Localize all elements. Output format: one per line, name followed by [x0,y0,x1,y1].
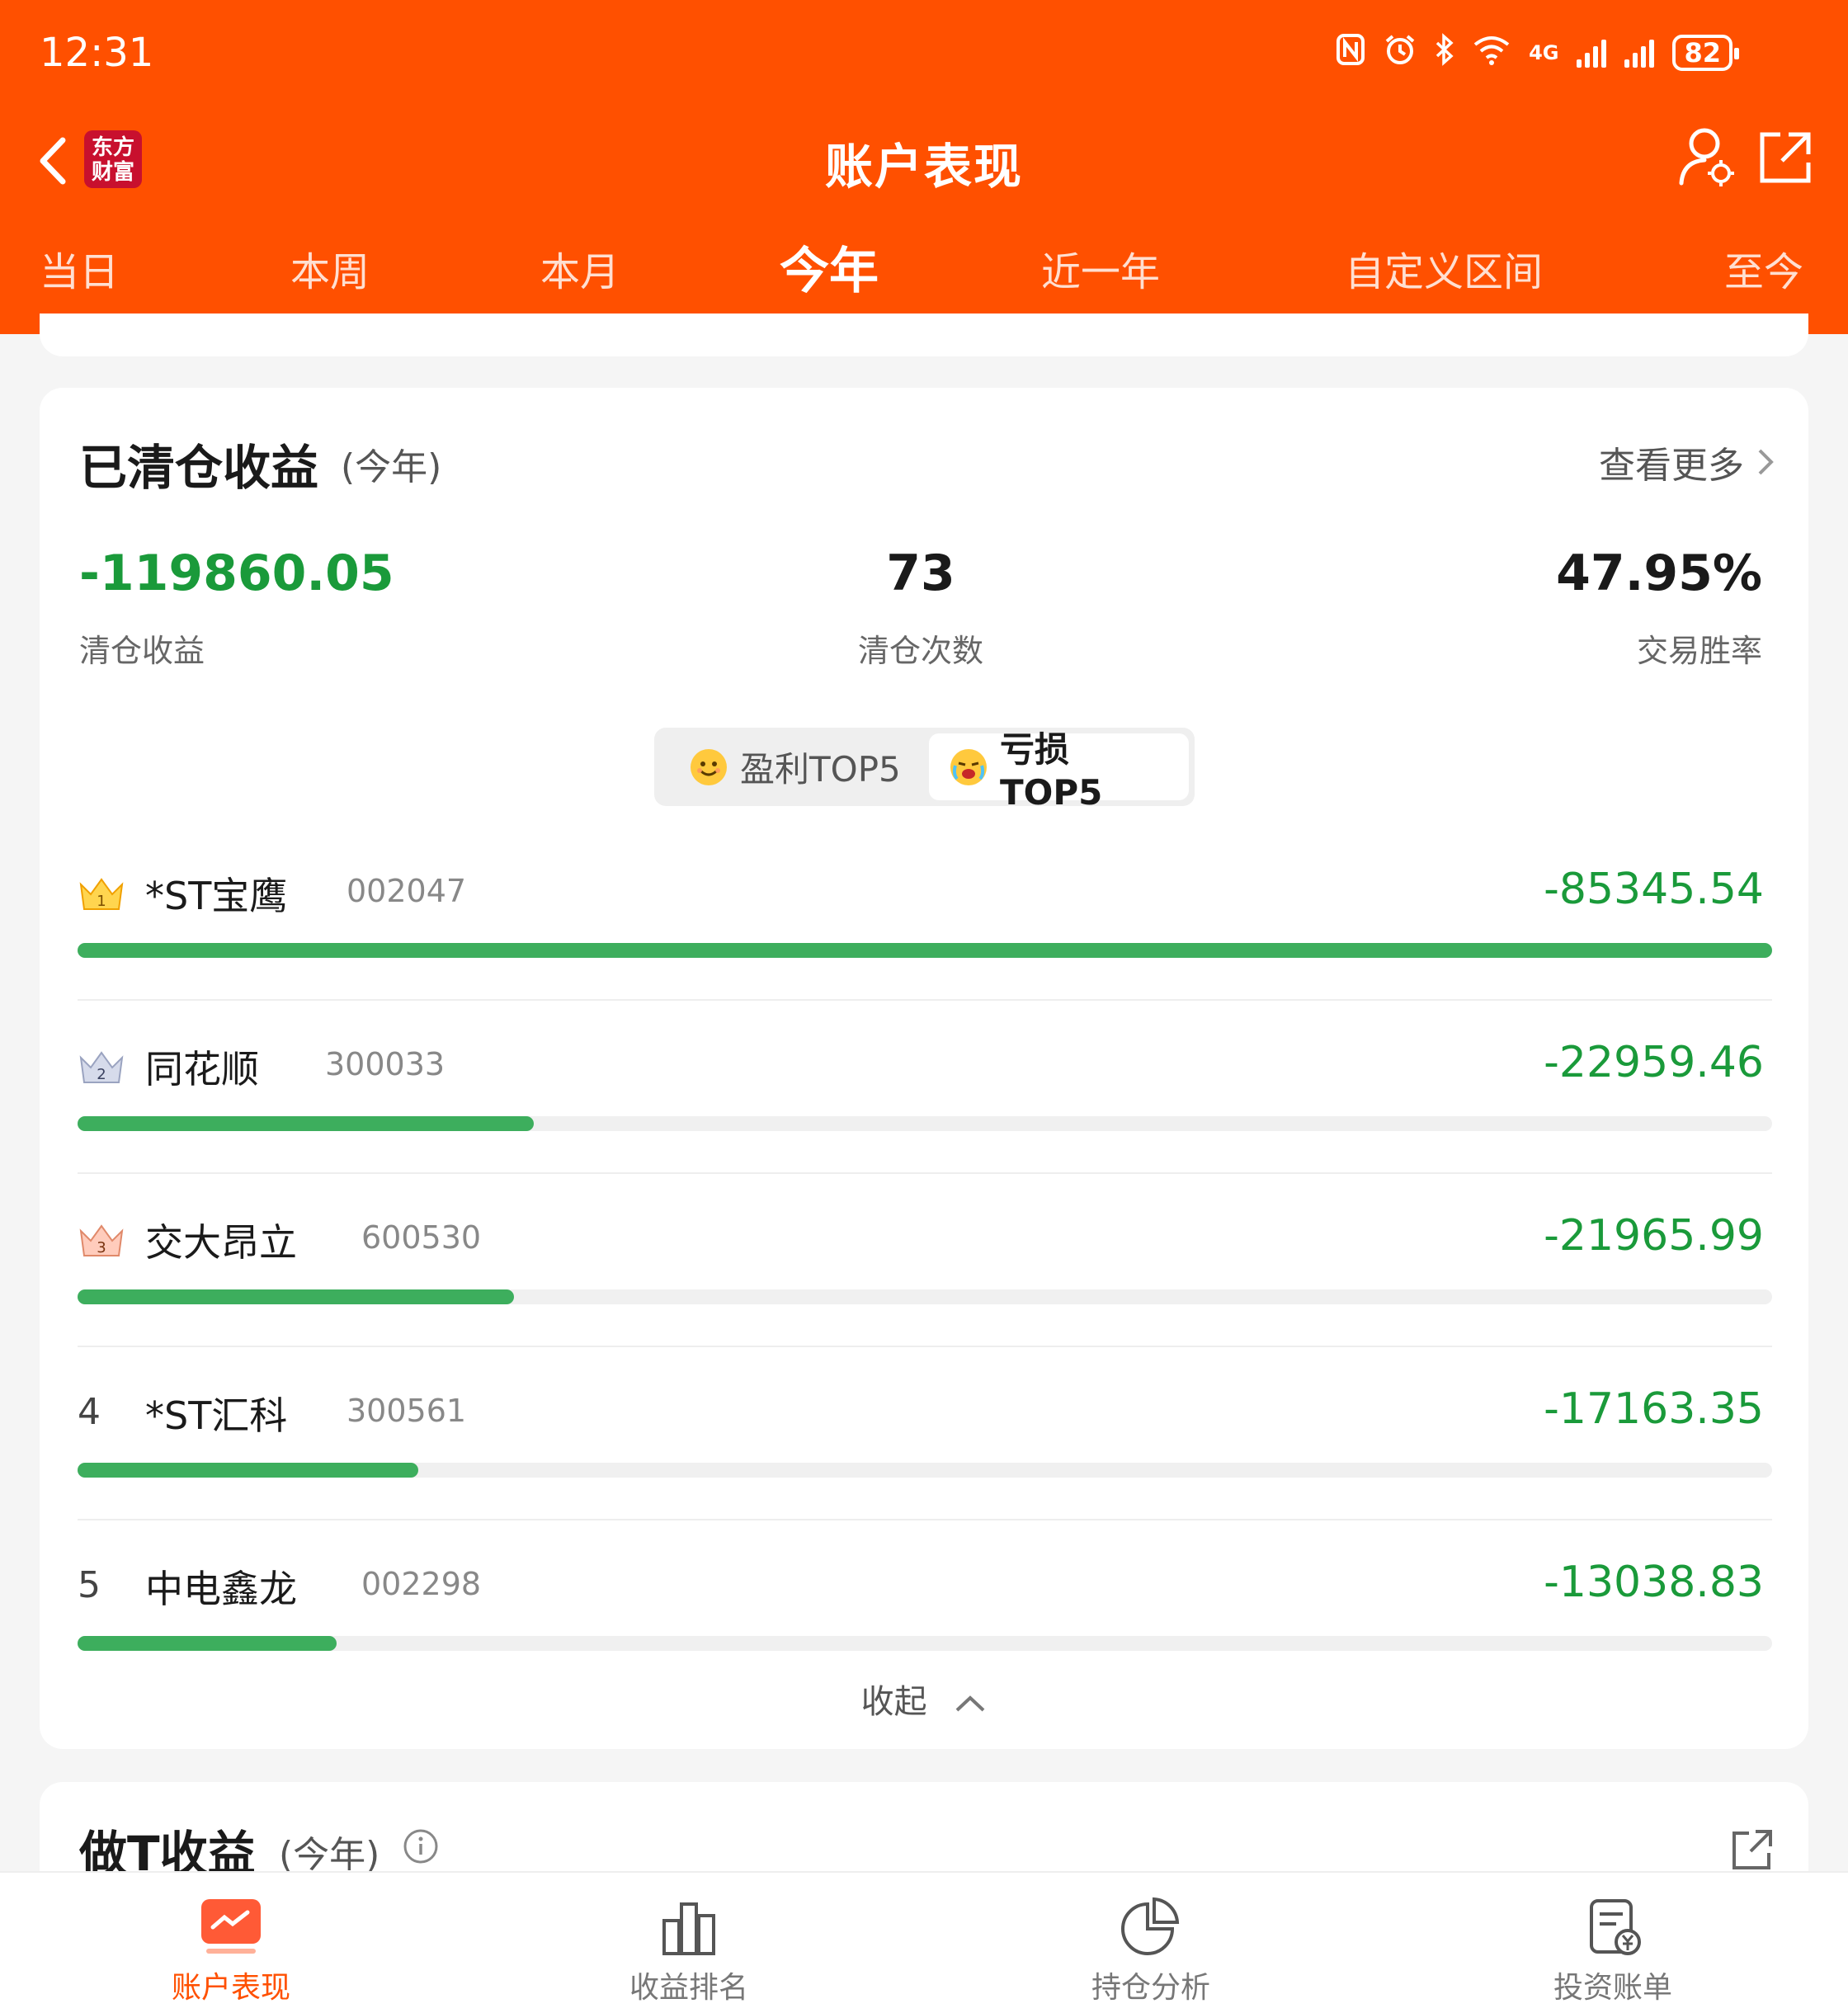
network-type: 4G [1529,41,1559,64]
stock-name: 交大昂立 [145,1220,297,1265]
top5-toggle: 盈利TOP5 亏损TOP5 [654,728,1195,813]
stock-loss-value: -85345.54 [1544,865,1764,914]
stats-row: -119860.05 清仓收益 73 清仓次数 47.95% 交易胜率 [79,544,1762,685]
card-subtitle: (今年) [341,446,442,488]
share-icon[interactable] [1729,1827,1775,1873]
row-divider [78,999,1772,1001]
loss-bar-fill [78,943,1772,958]
loss-bar-track [78,1116,1772,1131]
bottom-nav-position-analysis[interactable]: 持仓分析 [1027,1873,1275,2013]
chevron-up-icon [955,1695,985,1712]
stock-name: 中电鑫龙 [145,1567,297,1611]
stock-code: 002047 [346,873,467,909]
loss-bar-track [78,1289,1772,1304]
signal-icon-2 [1624,38,1655,68]
tab-week[interactable]: 本周 [290,239,370,297]
previous-card-edge [40,314,1808,356]
tab-custom-range[interactable]: 自定义区间 [1345,239,1543,297]
stock-code: 002298 [361,1566,482,1602]
performance-chart-icon [201,1899,261,1954]
loss-bar-fill [78,1289,514,1304]
row-divider [78,1519,1772,1520]
header: 12:31 4G 82 东方 财富 账户表现 当日 本周 本月 今年 近一年 自… [0,0,1848,334]
smile-emoji-icon [691,748,727,785]
ranking-row-4[interactable]: 4 *ST汇科 300561 -17163.35 [78,1368,1772,1541]
crying-emoji-icon [950,748,987,785]
nav-bar: 东方 财富 账户表现 [0,116,1848,206]
win-rate-label: 交易胜率 [1636,633,1762,669]
profit-top5-option[interactable]: 盈利TOP5 [679,733,912,800]
svg-text:2: 2 [97,1066,106,1083]
info-icon[interactable] [403,1828,439,1864]
page-title: 账户表现 [824,139,1023,195]
tab-last-year[interactable]: 近一年 [1041,239,1160,297]
status-icons: 4G 82 [1336,32,1739,73]
svg-text:3: 3 [97,1239,106,1256]
card-subtitle: (今年) [279,1834,380,1876]
period-tabs: 当日 本周 本月 今年 近一年 自定义区间 至今 [0,223,1848,323]
svg-text:1: 1 [97,893,106,910]
loss-bar-fill [78,1636,337,1651]
row-divider [78,1172,1772,1174]
tab-month[interactable]: 本月 [540,239,620,297]
cleared-count-label: 清仓次数 [857,633,983,669]
bar-ranking-icon [662,1902,715,1955]
row-divider [78,1346,1772,1347]
bottom-nav-investment-bill[interactable]: 投资账单 [1489,1873,1737,2013]
collapse-button[interactable]: 收起 [40,1675,1808,1723]
stock-loss-value: -21965.99 [1544,1211,1764,1261]
win-rate-value: 47.95% [1556,544,1762,602]
loss-bar-track [78,943,1772,958]
stock-name: *ST宝鹰 [145,874,288,918]
wifi-icon [1473,33,1511,73]
alarm-icon [1384,33,1417,73]
share-icon[interactable] [1756,128,1815,187]
stock-loss-value: -22959.46 [1544,1038,1764,1087]
loss-bar-track [78,1636,1772,1651]
ranking-row-1[interactable]: 1 *ST宝鹰 002047 -85345.54 [78,848,1772,1021]
user-settings-icon[interactable] [1675,124,1741,190]
ranking-row-3[interactable]: 3 交大昂立 600530 -21965.99 [78,1195,1772,1368]
tab-to-date[interactable]: 至今 [1724,239,1803,297]
bluetooth-icon [1435,32,1454,73]
stock-loss-value: -17163.35 [1544,1384,1764,1434]
silver-crown-icon: 2 [79,1051,124,1083]
status-bar: 12:31 4G 82 [0,0,1848,107]
loss-top5-option[interactable]: 亏损TOP5 [929,729,1189,813]
signal-icon [1577,38,1607,68]
loss-bar-fill [78,1116,534,1131]
pie-chart-icon [1121,1897,1180,1955]
card-title: 已清仓收益 [79,440,319,496]
stock-loss-value: -13038.83 [1544,1558,1764,1607]
bill-icon [1590,1899,1641,1955]
bronze-crown-icon: 3 [79,1224,124,1256]
bottom-nav-account-performance[interactable]: 账户表现 [107,1873,355,2013]
see-more-link[interactable]: 查看更多 [1599,436,1775,488]
tab-day[interactable]: 当日 [40,239,119,297]
loss-bar-track [78,1463,1772,1478]
bottom-nav: 账户表现 收益排名 持仓分析 投资账单 [0,1871,1848,2013]
stock-name: 同花顺 [145,1047,259,1091]
rank-number: 5 [78,1564,101,1606]
stock-name: *ST汇科 [145,1393,288,1438]
loss-bar-fill [78,1463,419,1478]
stock-code: 300033 [325,1046,446,1082]
bottom-nav-profit-ranking[interactable]: 收益排名 [565,1873,813,2013]
stock-code: 600530 [361,1219,482,1256]
cleared-count-value: 73 [886,544,955,602]
cleared-profit-card: 已清仓收益 (今年) 查看更多 -119860.05 清仓收益 73 清仓次数 … [40,388,1808,1749]
gold-crown-icon: 1 [79,878,124,910]
stock-code: 300561 [346,1393,467,1429]
nfc-icon [1336,33,1365,73]
tab-this-year[interactable]: 今年 [780,231,879,323]
status-time: 12:31 [40,30,154,76]
ranking-row-2[interactable]: 2 同花顺 300033 -22959.46 [78,1021,1772,1195]
rank-number: 4 [78,1391,101,1433]
chevron-right-icon [1758,449,1774,475]
battery-indicator: 82 [1672,35,1739,71]
